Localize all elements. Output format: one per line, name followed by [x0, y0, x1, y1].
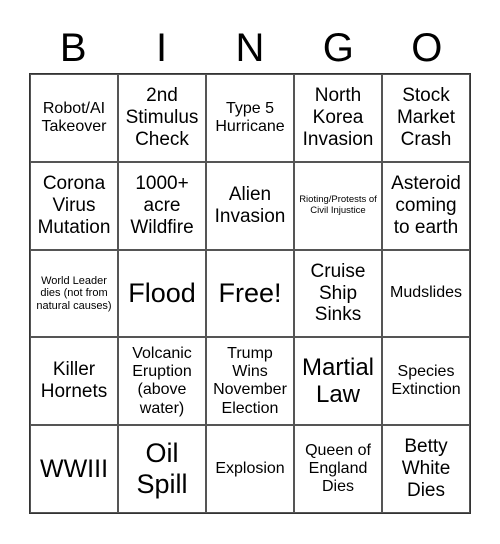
bingo-cell[interactable]: Explosion: [206, 425, 294, 513]
bingo-cell[interactable]: 2nd Stimulus Check: [118, 74, 206, 162]
bingo-cell[interactable]: Alien Invasion: [206, 161, 294, 250]
bingo-cell[interactable]: Type 5 Hurricane: [206, 74, 294, 162]
bingo-cell[interactable]: Rioting/Protests of Civil Injustice: [294, 161, 382, 250]
free-space-cell[interactable]: Free!: [206, 249, 294, 338]
header-letter-n: N: [235, 26, 265, 70]
bingo-board: Robot/AI Takeover 2nd Stimulus Check Typ…: [29, 73, 471, 514]
bingo-cell[interactable]: Flood: [118, 249, 206, 338]
bingo-cell[interactable]: Trump Wins November Election: [206, 337, 294, 426]
bingo-cell[interactable]: Queen of England Dies: [294, 425, 382, 513]
bingo-cell[interactable]: Martial Law: [294, 337, 382, 426]
bingo-cell[interactable]: Cruise Ship Sinks: [294, 249, 382, 338]
bingo-cell[interactable]: Species Extinction: [382, 337, 470, 426]
bingo-cell[interactable]: Corona Virus Mutation: [30, 161, 118, 250]
bingo-cell[interactable]: 1000+ acre Wildfire: [118, 161, 206, 250]
bingo-cell[interactable]: Oil Spill: [118, 425, 206, 513]
header-letter-g: G: [322, 26, 354, 70]
bingo-header: B I N G O: [29, 24, 471, 72]
bingo-cell[interactable]: Stock Market Crash: [382, 74, 470, 162]
bingo-cell[interactable]: Robot/AI Takeover: [30, 74, 118, 162]
header-letter-o: O: [411, 26, 443, 70]
bingo-cell[interactable]: North Korea Invasion: [294, 74, 382, 162]
bingo-cell[interactable]: Betty White Dies: [382, 425, 470, 513]
bingo-cell[interactable]: Mudslides: [382, 249, 470, 338]
bingo-cell[interactable]: World Leader dies (not from natural caus…: [30, 249, 118, 338]
bingo-cell[interactable]: Killer Hornets: [30, 337, 118, 426]
header-letter-b: B: [59, 26, 87, 70]
bingo-cell[interactable]: Volcanic Eruption (above water): [118, 337, 206, 426]
bingo-cell[interactable]: Asteroid coming to earth: [382, 161, 470, 250]
bingo-cell[interactable]: WWIII: [30, 425, 118, 513]
header-letter-i: I: [156, 26, 168, 70]
